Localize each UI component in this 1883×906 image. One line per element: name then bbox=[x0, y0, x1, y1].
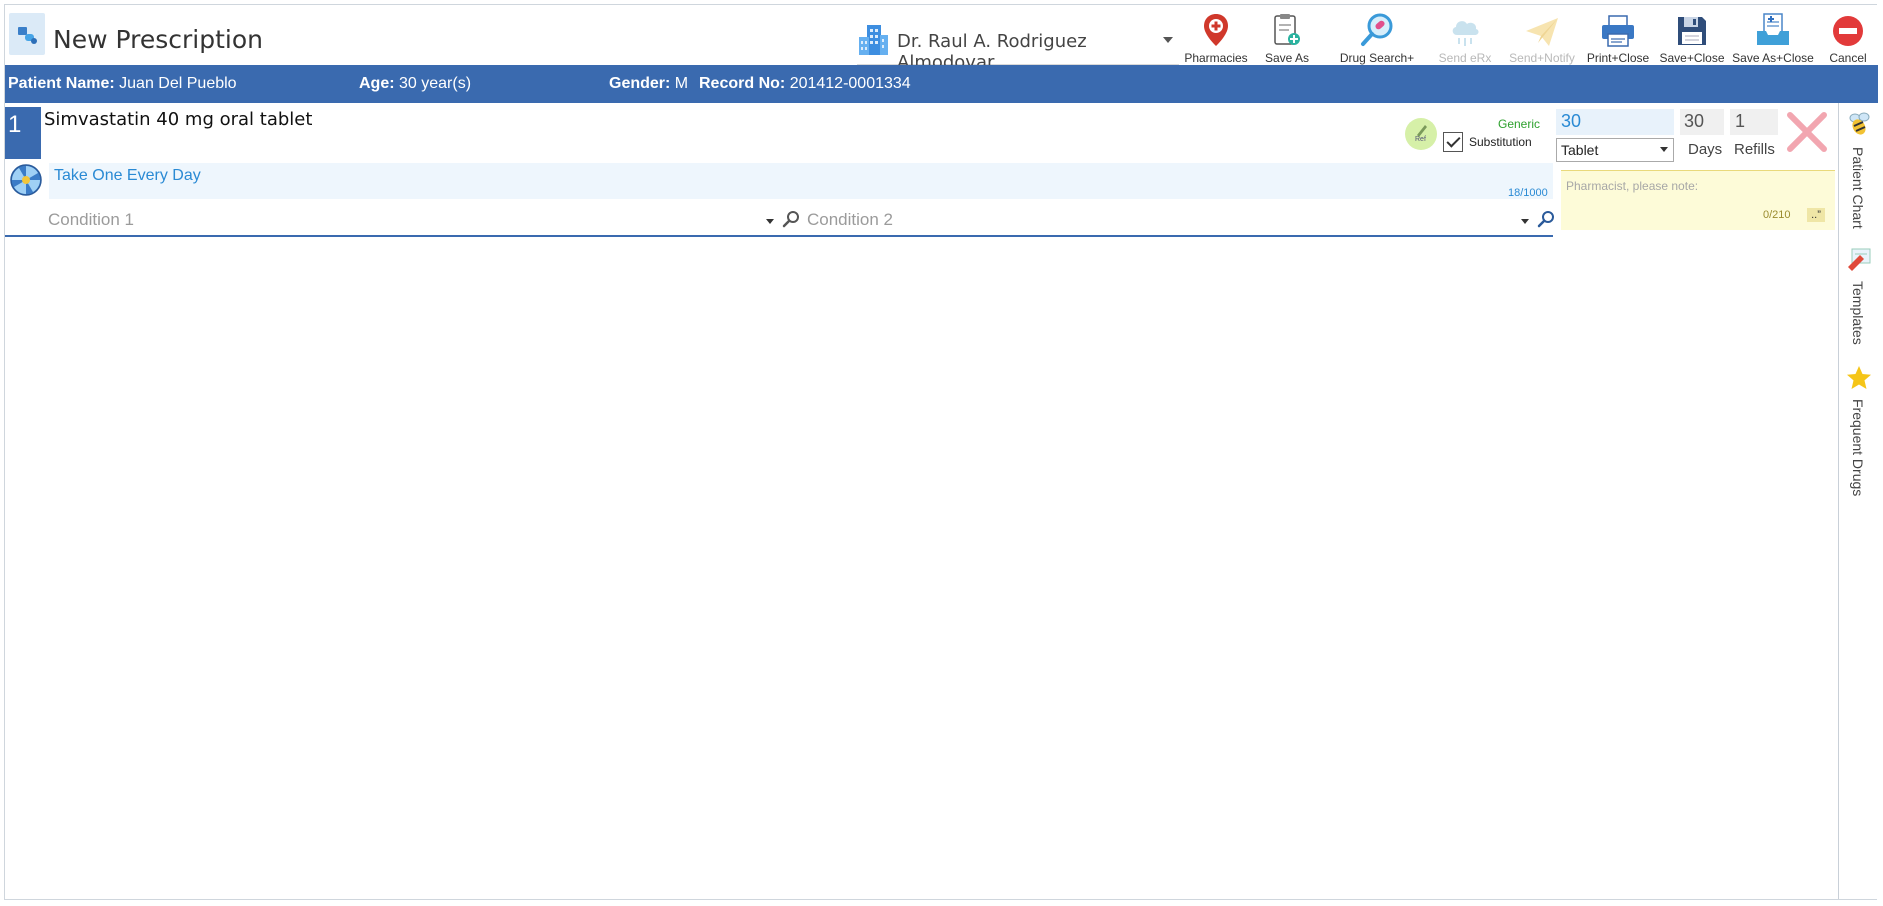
patient-gender: M bbox=[674, 75, 689, 92]
save-close-button[interactable]: Save+Close bbox=[1657, 11, 1727, 65]
days-label: Days bbox=[1688, 141, 1723, 158]
prescription-item: 1 Simvastatin 40 mg oral tablet Ref Gene… bbox=[5, 107, 1839, 237]
pharmacies-button[interactable]: Pharmacies bbox=[1181, 11, 1251, 65]
patient-name-label: Patient Name: bbox=[8, 75, 115, 92]
patient-record: 201412-0001334 bbox=[789, 75, 911, 92]
toolbar: New Prescription Dr. Raul A. Rodriguez A… bbox=[5, 5, 1878, 73]
refills-label: Refills bbox=[1734, 141, 1775, 158]
patient-gender-field: Gender: M bbox=[609, 75, 688, 93]
building-icon bbox=[859, 25, 888, 55]
chevron-down-icon bbox=[1163, 37, 1173, 43]
side-tab-label: Templates bbox=[1850, 281, 1866, 345]
drug-search-label: Drug Search+ bbox=[1339, 51, 1415, 65]
print-close-label: Print+Close bbox=[1586, 51, 1650, 65]
delete-prescription-icon[interactable] bbox=[1784, 109, 1830, 155]
chevron-down-icon bbox=[766, 219, 774, 224]
drug-search-button[interactable]: Drug Search+ bbox=[1335, 11, 1419, 65]
pharmacist-note-input[interactable]: Pharmacist, please note: 0/210 ..” bbox=[1561, 170, 1835, 230]
save-as-close-button[interactable]: Save As+Close bbox=[1731, 11, 1815, 65]
send-erx-button[interactable]: Send eRx bbox=[1433, 11, 1497, 65]
dosage-form-value: Tablet bbox=[1561, 142, 1599, 158]
star-icon bbox=[1847, 366, 1871, 389]
note-character-count: 0/210 bbox=[1763, 209, 1791, 221]
document-tray-icon bbox=[1757, 13, 1789, 45]
patient-age-field: Age: 30 year(s) bbox=[359, 75, 471, 93]
drug-name[interactable]: Simvastatin 40 mg oral tablet bbox=[44, 109, 312, 130]
condition-2-placeholder: Condition 2 bbox=[807, 210, 894, 229]
print-close-button[interactable]: Print+Close bbox=[1583, 11, 1653, 65]
sig-wheel-icon[interactable] bbox=[9, 163, 43, 197]
quote-button[interactable]: ..” bbox=[1807, 208, 1825, 222]
pharmacies-label: Pharmacies bbox=[1184, 51, 1248, 65]
quantity-input[interactable]: 30 bbox=[1556, 109, 1674, 135]
send-notify-label: Send+Notify bbox=[1509, 51, 1575, 65]
condition-2-select[interactable]: Condition 2 bbox=[807, 208, 1557, 232]
save-close-label: Save+Close bbox=[1659, 51, 1725, 65]
prescription-number: 1 bbox=[5, 107, 41, 159]
cancel-label: Cancel bbox=[1829, 51, 1867, 65]
substitution-label: Substitution bbox=[1469, 135, 1532, 149]
search-icon[interactable] bbox=[782, 210, 800, 228]
save-as-label: Save As bbox=[1264, 51, 1310, 65]
patient-record-label: Record No: bbox=[699, 75, 786, 92]
sig-character-count: 18/1000 bbox=[1508, 187, 1548, 199]
window-title: New Prescription bbox=[53, 25, 263, 54]
patient-gender-label: Gender: bbox=[609, 75, 671, 92]
side-panel: Patient Chart Templates Frequent Drugs bbox=[1840, 103, 1878, 899]
floppy-disk-icon bbox=[1678, 17, 1706, 45]
patient-name: Juan Del Pueblo bbox=[119, 75, 237, 92]
clipboard-add-icon bbox=[1274, 14, 1300, 45]
patient-record-field: Record No: 201412-0001334 bbox=[699, 75, 911, 93]
save-as-close-label: Save As+Close bbox=[1732, 51, 1814, 65]
dosage-form-select[interactable]: Tablet bbox=[1556, 138, 1674, 162]
refills-input[interactable]: 1 bbox=[1730, 109, 1778, 135]
side-tab-label: Patient Chart bbox=[1850, 147, 1866, 229]
cancel-button[interactable]: Cancel bbox=[1823, 11, 1873, 65]
patient-age-label: Age: bbox=[359, 75, 395, 92]
save-as-button[interactable]: Save As bbox=[1255, 11, 1319, 65]
days-input[interactable]: 30 bbox=[1680, 109, 1724, 135]
sig-text[interactable]: Take One Every Day bbox=[54, 167, 201, 185]
side-tab-label: Frequent Drugs bbox=[1850, 399, 1866, 497]
prescription-list: 1 Simvastatin 40 mg oral tablet Ref Gene… bbox=[5, 103, 1839, 899]
printer-icon bbox=[1602, 15, 1634, 47]
chevron-down-icon bbox=[1521, 219, 1529, 224]
patient-name-field: Patient Name: Juan Del Pueblo bbox=[8, 75, 237, 93]
side-tab-frequent-drugs[interactable]: Frequent Drugs bbox=[1840, 365, 1878, 505]
side-tab-templates[interactable]: Templates bbox=[1840, 247, 1878, 347]
magnifier-pill-icon bbox=[1361, 13, 1393, 46]
generic-label: Generic bbox=[1498, 117, 1541, 131]
patient-age: 30 year(s) bbox=[399, 75, 472, 92]
prescription-window: New Prescription Dr. Raul A. Rodriguez A… bbox=[4, 4, 1878, 900]
prescription-app-icon bbox=[9, 13, 45, 55]
prescription-divider bbox=[5, 235, 1553, 237]
reference-label: Ref bbox=[1415, 136, 1426, 143]
search-icon[interactable] bbox=[1537, 210, 1555, 228]
checkbox-checked-icon[interactable] bbox=[1443, 132, 1463, 152]
bee-icon bbox=[1849, 112, 1870, 135]
pharmacist-note-placeholder: Pharmacist, please note: bbox=[1566, 179, 1699, 193]
patient-info-bar: Patient Name: Juan Del Pueblo Age: 30 ye… bbox=[5, 65, 1878, 103]
condition-1-placeholder: Condition 1 bbox=[48, 210, 135, 229]
reference-button[interactable]: Ref bbox=[1405, 118, 1437, 150]
sig-input[interactable] bbox=[49, 163, 1553, 199]
send-notify-button[interactable]: Send+Notify bbox=[1505, 11, 1579, 65]
no-entry-icon bbox=[1833, 16, 1863, 46]
paper-plane-icon bbox=[1526, 18, 1558, 46]
map-pin-icon bbox=[1204, 14, 1228, 46]
side-tab-patient-chart[interactable]: Patient Chart bbox=[1840, 111, 1878, 229]
condition-1-select[interactable]: Condition 1 bbox=[48, 208, 799, 232]
doctor-selector[interactable]: Dr. Raul A. Rodriguez Almodovar bbox=[857, 21, 1179, 73]
chevron-down-icon bbox=[1660, 147, 1668, 152]
cloud-icon bbox=[1452, 21, 1479, 46]
send-erx-label: Send eRx bbox=[1438, 51, 1492, 65]
substitution-checkbox[interactable]: Substitution bbox=[1443, 131, 1532, 153]
pencil-note-icon bbox=[1848, 248, 1871, 271]
